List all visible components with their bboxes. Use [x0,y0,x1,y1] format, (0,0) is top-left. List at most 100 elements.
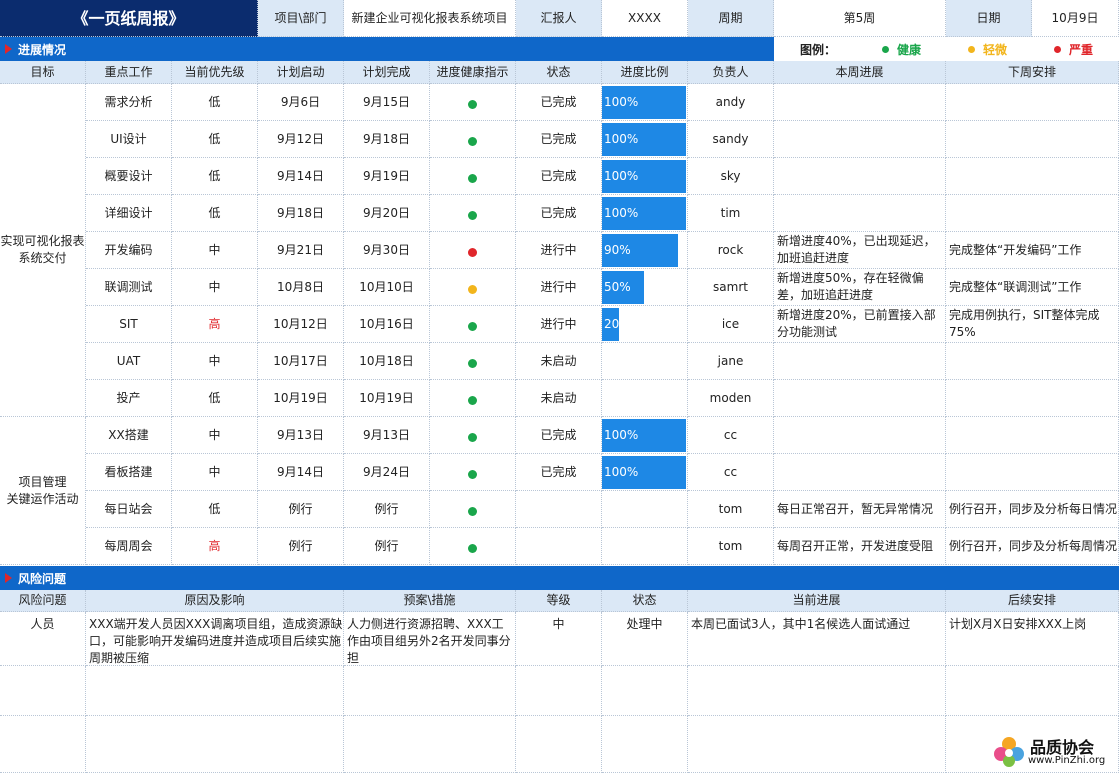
health-indicator [430,454,516,491]
planned-end: 10月10日 [344,269,430,306]
progress-bar: 20% [602,308,619,341]
progress-bar: 90% [602,234,678,267]
progress-cell: 100% [602,417,688,454]
section-marker-icon [5,573,12,583]
column-header: 下周安排 [946,61,1119,84]
priority: 高 [172,528,258,565]
status [516,528,602,565]
risk-progress: 本周已面试3人，其中1名候选人面试通过 [688,612,946,666]
owner: samrt [688,269,774,306]
column-header: 进度比例 [602,61,688,84]
this-week-progress [774,121,946,158]
planned-end: 9月13日 [344,417,430,454]
owner: cc [688,417,774,454]
planned-start: 9月12日 [258,121,344,158]
column-header: 目标 [0,61,86,84]
date-label: 日期 [946,0,1032,37]
next-week-plan [946,158,1119,195]
legend-item-minor: 轻微 [968,41,1054,58]
health-indicator [430,417,516,454]
legend-item-severe: 严重 [1054,41,1093,58]
status [516,491,602,528]
planned-end: 9月15日 [344,84,430,121]
health-indicator [430,232,516,269]
planned-end: 9月30日 [344,232,430,269]
risk-next: 计划X月X日安排XXX上岗 [946,612,1119,666]
health-dot-icon [468,321,477,331]
progress-cell: 90% [602,232,688,269]
progress-cell [602,343,688,380]
task-name: 概要设计 [86,158,172,195]
column-header: 状态 [516,61,602,84]
health-indicator [430,306,516,343]
empty-cell [516,716,602,773]
this-week-progress [774,84,946,121]
priority: 中 [172,232,258,269]
progress-cell: 100% [602,195,688,232]
status: 进行中 [516,269,602,306]
priority: 低 [172,195,258,232]
column-header: 本周进展 [774,61,946,84]
column-header: 预案\措施 [344,590,516,612]
empty-cell [86,666,344,716]
next-week-plan: 完成整体“开发编码”工作 [946,232,1119,269]
health-dot-icon [468,173,477,183]
empty-cell [0,716,86,773]
empty-cell [688,716,946,773]
empty-cell [516,666,602,716]
progress-bar: 100% [602,197,686,230]
health-dot-icon [468,395,477,405]
priority: 低 [172,121,258,158]
next-week-plan [946,454,1119,491]
progress-section-title: 进展情况 [18,42,67,57]
empty-cell [946,666,1119,716]
health-indicator [430,380,516,417]
legend-item-healthy: 健康 [882,41,968,58]
owner: tom [688,528,774,565]
priority: 低 [172,84,258,121]
priority: 中 [172,417,258,454]
health-indicator [430,121,516,158]
watermark-url: www.PinZhi.org [1028,755,1106,766]
task-name: 看板搭建 [86,454,172,491]
planned-start: 9月6日 [258,84,344,121]
status: 已完成 [516,454,602,491]
column-header: 计划启动 [258,61,344,84]
next-week-plan: 完成整体“联调测试”工作 [946,269,1119,306]
health-indicator [430,343,516,380]
planned-end: 9月19日 [344,158,430,195]
progress-cell [602,491,688,528]
planned-start: 10月19日 [258,380,344,417]
this-week-progress: 新增进度20%，已前置接入部分功能测试 [774,306,946,343]
project-label: 项目\部门 [258,0,344,37]
health-indicator [430,269,516,306]
status: 进行中 [516,306,602,343]
next-week-plan [946,195,1119,232]
column-header: 原因及影响 [86,590,344,612]
status: 已完成 [516,84,602,121]
goal-cell: 实现可视化报表系统交付 [0,84,86,417]
risk-issue: 人员 [0,612,86,666]
risk-status: 处理中 [602,612,688,666]
progress-section-header: 进展情况 [0,37,774,61]
status: 已完成 [516,158,602,195]
planned-start: 10月12日 [258,306,344,343]
this-week-progress [774,195,946,232]
health-dot-icon [468,247,477,257]
priority: 高 [172,306,258,343]
owner: andy [688,84,774,121]
empty-cell [344,716,516,773]
task-name: 开发编码 [86,232,172,269]
task-name: SIT [86,306,172,343]
legend: 图例： 健康 轻微 严重 [774,37,1119,61]
next-week-plan [946,417,1119,454]
reporter-label: 汇报人 [516,0,602,37]
column-header: 状态 [602,590,688,612]
watermark-logo: 品质协会 www.PinZhi.org [992,733,1117,771]
owner: cc [688,454,774,491]
risk-section-title: 风险问题 [18,571,67,586]
planned-start: 9月21日 [258,232,344,269]
owner: rock [688,232,774,269]
progress-bar: 100% [602,123,686,156]
task-name: 联调测试 [86,269,172,306]
